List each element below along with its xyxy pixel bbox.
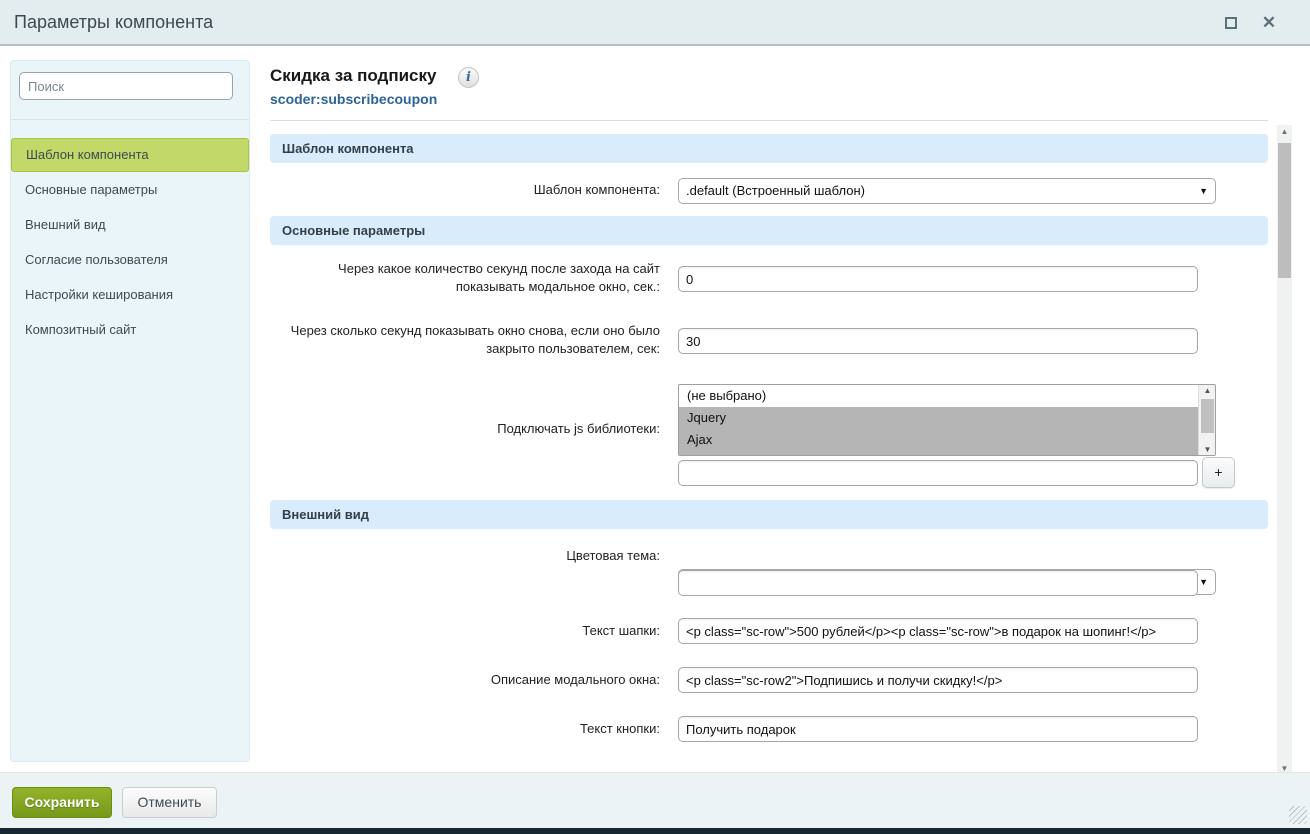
save-button[interactable]: Сохранить bbox=[12, 787, 112, 818]
section-header-appearance: Внешний вид bbox=[270, 500, 1268, 529]
modal-desc-label: Описание модального окна: bbox=[270, 671, 660, 689]
chevron-down-icon: ▼ bbox=[1199, 179, 1208, 203]
page-title: Скидка за подписку bbox=[270, 66, 436, 86]
sidebar-divider bbox=[11, 119, 249, 120]
sidebar-item-main-params[interactable]: Основные параметры bbox=[11, 172, 249, 207]
jslibs-scrollbar-thumb[interactable] bbox=[1201, 399, 1214, 433]
jslibs-scrollbar[interactable]: ▲ ▼ bbox=[1198, 385, 1215, 455]
jslibs-option-jquery[interactable]: Jquery bbox=[679, 407, 1198, 429]
search-input[interactable] bbox=[19, 72, 233, 100]
sidebar-nav: Шаблон компонента Основные параметры Вне… bbox=[11, 138, 249, 347]
sidebar: Шаблон компонента Основные параметры Вне… bbox=[10, 60, 250, 762]
section-header-template: Шаблон компонента bbox=[270, 134, 1268, 163]
button-text-input[interactable] bbox=[678, 716, 1198, 742]
template-select-label: Шаблон компонента: bbox=[270, 181, 660, 199]
section-header-main-params: Основные параметры bbox=[270, 216, 1268, 245]
bottom-edge bbox=[0, 828, 1310, 834]
scroll-up-icon[interactable]: ▲ bbox=[1277, 127, 1292, 136]
header-text-input[interactable] bbox=[678, 618, 1198, 644]
theme-custom-input[interactable] bbox=[678, 570, 1198, 596]
delay-input[interactable] bbox=[678, 266, 1198, 292]
theme-label: Цветовая тема: bbox=[270, 547, 660, 565]
jslibs-option-ajax[interactable]: Ajax bbox=[679, 429, 1198, 455]
scroll-up-icon[interactable]: ▲ bbox=[1199, 386, 1216, 395]
chevron-down-icon: ▼ bbox=[1199, 570, 1208, 594]
jslibs-new-input[interactable] bbox=[678, 460, 1198, 486]
jslibs-option-none[interactable]: (не выбрано) bbox=[679, 385, 1198, 407]
dialog-titlebar: Параметры компонента ✕ bbox=[0, 0, 1310, 46]
main-scrollbar-thumb[interactable] bbox=[1278, 143, 1291, 278]
sidebar-item-user-consent[interactable]: Согласие пользователя bbox=[11, 242, 249, 277]
info-icon[interactable]: i bbox=[458, 67, 479, 88]
jslibs-label: Подключать js библиотеки: bbox=[270, 420, 660, 438]
header-divider bbox=[270, 120, 1268, 121]
modal-desc-input[interactable] bbox=[678, 667, 1198, 693]
delay-label: Через какое количество секунд после захо… bbox=[270, 260, 660, 296]
add-button[interactable]: + bbox=[1202, 457, 1235, 488]
repeat-input[interactable] bbox=[678, 328, 1198, 354]
dialog-title: Параметры компонента bbox=[14, 0, 213, 44]
header-text-label: Текст шапки: bbox=[270, 622, 660, 640]
sidebar-item-composite[interactable]: Композитный сайт bbox=[11, 312, 249, 347]
close-icon[interactable]: ✕ bbox=[1260, 14, 1278, 32]
button-text-label: Текст кнопки: bbox=[270, 720, 660, 738]
template-select-value: .default (Встроенный шаблон) bbox=[686, 183, 865, 198]
component-parameters-dialog: Параметры компонента ✕ Шаблон компонента… bbox=[0, 0, 1310, 834]
main-scrollbar[interactable]: ▲ ▼ bbox=[1277, 125, 1292, 775]
footer-bar: Сохранить Отменить bbox=[0, 772, 1310, 828]
cancel-button[interactable]: Отменить bbox=[122, 787, 217, 818]
sidebar-item-caching[interactable]: Настройки кеширования bbox=[11, 277, 249, 312]
main-content: Скидка за подписку i scoder:subscribecou… bbox=[270, 60, 1268, 772]
scroll-down-icon[interactable]: ▼ bbox=[1199, 445, 1216, 454]
sidebar-item-appearance[interactable]: Внешний вид bbox=[11, 207, 249, 242]
maximize-icon[interactable] bbox=[1222, 14, 1240, 32]
jslibs-multiselect[interactable]: (не выбрано) Jquery Ajax ▲ ▼ bbox=[678, 384, 1216, 456]
resize-grip-icon[interactable] bbox=[1289, 806, 1307, 824]
component-id: scoder:subscribecoupon bbox=[270, 91, 437, 107]
repeat-label: Через сколько секунд показывать окно сно… bbox=[270, 322, 660, 358]
template-select[interactable]: .default (Встроенный шаблон) ▼ bbox=[678, 178, 1216, 204]
sidebar-item-template[interactable]: Шаблон компонента bbox=[11, 138, 249, 172]
